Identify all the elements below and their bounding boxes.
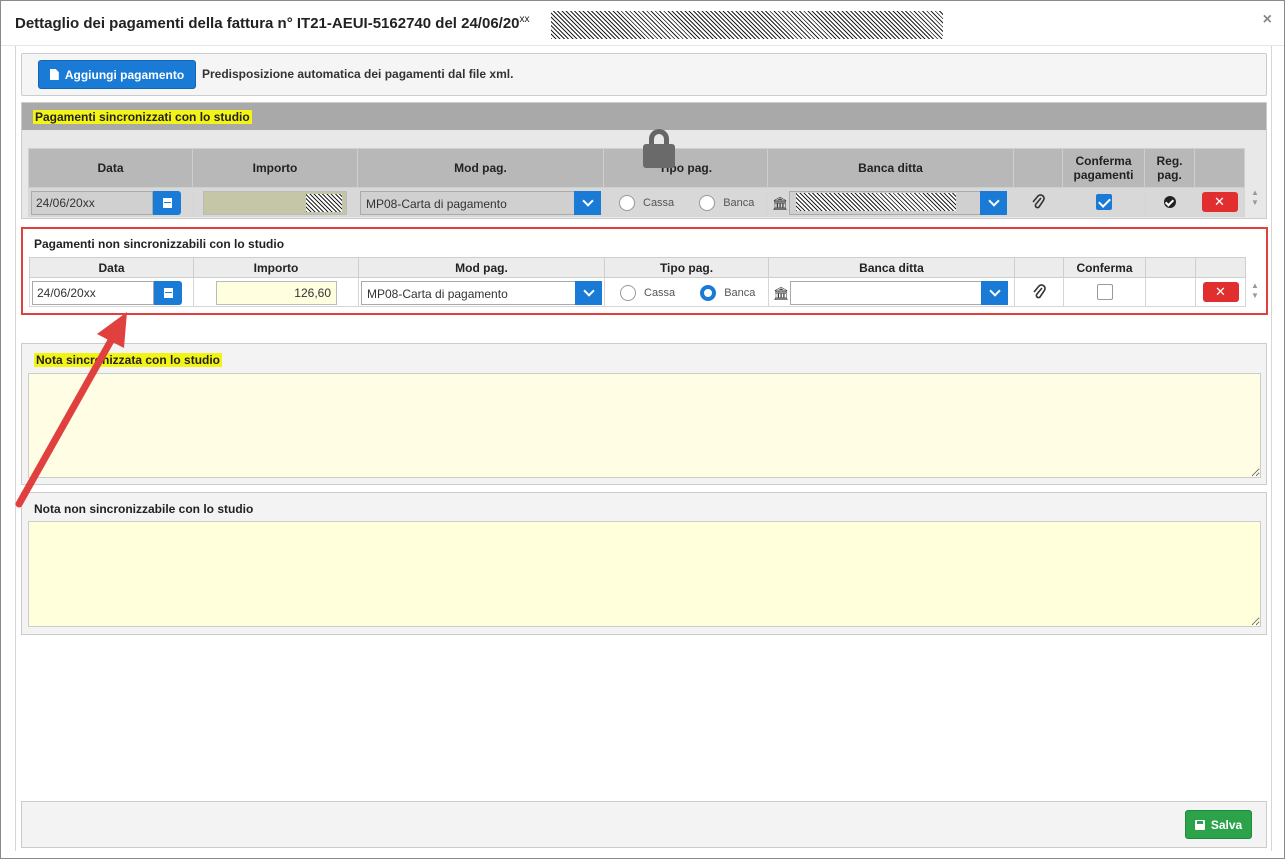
payment-detail-dialog: Dettaglio dei pagamenti della fattura n°… (0, 0, 1285, 859)
table-row: 24/06/20xx MP08-Carta di pagamento Cassa… (28, 187, 1245, 217)
payment-mode-select[interactable]: MP08-Carta di pagamento (360, 191, 578, 215)
not-synced-note-label: Nota non sincronizzabile con lo studio (34, 502, 254, 516)
empty-cell (1145, 277, 1196, 307)
synced-payments-title: Pagamenti sincronizzati con lo studio (33, 110, 252, 124)
check-circle-icon (1163, 196, 1176, 208)
radio-banca[interactable] (699, 195, 716, 211)
file-icon (49, 69, 59, 80)
dialog-header: Dettaglio dei pagamenti della fattura n°… (1, 1, 1284, 46)
col-header-tipo-pag: Tipo pag. (604, 257, 769, 278)
col-header-banca: Banca ditta (768, 257, 1015, 278)
col-header-data: Data (29, 257, 194, 278)
add-payment-button[interactable]: Aggiungi pagamento (38, 60, 196, 89)
not-synced-payments-title: Pagamenti non sincronizzabili con lo stu… (34, 237, 285, 251)
toolbar-description: Predisposizione automatica dei pagamenti… (202, 67, 514, 81)
payment-type-radios: Cassa Banca (619, 195, 754, 211)
row-scroller[interactable]: ▲ ▼ (1248, 281, 1262, 301)
save-icon (1194, 819, 1205, 830)
col-header-attach (1013, 148, 1063, 188)
save-label: Salva (1210, 817, 1243, 832)
lock-icon (643, 129, 675, 169)
not-synced-payments-table: Data Importo Mod pag. Tipo pag. Banca di… (29, 257, 1246, 307)
calendar-button[interactable] (154, 281, 182, 305)
synced-note-panel: Nota sincronizzata con lo studio (21, 343, 1267, 485)
col-header-actions (1195, 257, 1246, 278)
col-header-banca: Banca ditta (767, 148, 1014, 188)
col-header-mod-pag: Mod pag. (358, 257, 605, 278)
calendar-icon (162, 198, 172, 208)
delete-payment-button[interactable]: ✕ (1202, 282, 1239, 302)
not-synced-note-panel: Nota non sincronizzabile con lo studio (21, 492, 1267, 635)
col-header-importo: Importo (192, 148, 358, 188)
add-payment-label: Aggiungi pagamento (64, 67, 185, 82)
bank-icon: 🏛 (773, 286, 790, 301)
confirm-checkbox[interactable] (1095, 194, 1112, 210)
not-synced-note-textarea[interactable] (28, 521, 1261, 627)
chevron-down-icon[interactable] (575, 281, 602, 305)
close-icon[interactable]: × (1263, 11, 1272, 29)
synced-payments-table: Data Importo Mod pag. Tipo pag. Banca di… (28, 148, 1245, 217)
toolbar: Aggiungi pagamento Predisposizione autom… (21, 53, 1267, 96)
chevron-down-icon[interactable] (981, 281, 1008, 305)
confirm-checkbox[interactable] (1096, 284, 1113, 300)
divider (15, 46, 16, 851)
redacted-bank (796, 193, 956, 211)
panel-header: Pagamenti sincronizzati con lo studio (22, 103, 1266, 130)
synced-note-label: Nota sincronizzata con lo studio (34, 353, 223, 367)
paperclip-icon[interactable] (1032, 284, 1046, 300)
bank-select[interactable] (789, 191, 981, 215)
bank-select[interactable] (790, 281, 982, 305)
radio-banca-label: Banca (723, 197, 755, 209)
amount-field[interactable]: 126,60 (216, 281, 337, 305)
delete-payment-button[interactable]: ✕ (1201, 192, 1238, 212)
bank-icon: 🏛 (772, 196, 789, 211)
col-header-reg: Reg. pag. (1144, 148, 1195, 188)
radio-banca-label: Banca (724, 287, 756, 299)
col-header-tipo-pag: Tipo pag. (603, 148, 768, 188)
date-field[interactable]: 24/06/20xx (31, 191, 153, 215)
radio-cassa-label: Cassa (643, 197, 675, 209)
radio-banca[interactable] (700, 285, 717, 301)
paperclip-icon[interactable] (1031, 194, 1045, 210)
dialog-footer: Salva (21, 801, 1267, 848)
col-header-data: Data (28, 148, 193, 188)
chevron-down-icon[interactable] (980, 191, 1007, 215)
table-row: 24/06/20xx 126,60 MP08-Carta di pagament… (29, 277, 1246, 307)
not-synced-payments-panel: Pagamenti non sincronizzabili con lo stu… (21, 227, 1268, 315)
divider (1271, 46, 1272, 851)
chevron-down-icon[interactable] (574, 191, 601, 215)
calendar-button[interactable] (153, 191, 181, 215)
radio-cassa[interactable] (619, 195, 635, 211)
col-header-actions (1194, 148, 1245, 188)
save-button[interactable]: Salva (1185, 810, 1252, 839)
radio-cassa-label: Cassa (644, 287, 676, 299)
dialog-title: Dettaglio dei pagamenti della fattura n°… (15, 14, 530, 32)
amount-field[interactable] (203, 191, 347, 215)
payment-mode-select[interactable]: MP08-Carta di pagamento (361, 281, 579, 305)
synced-note-textarea[interactable] (28, 373, 1261, 478)
radio-cassa[interactable] (620, 285, 636, 301)
col-header-mod-pag: Mod pag. (357, 148, 604, 188)
date-field[interactable]: 24/06/20xx (32, 281, 154, 305)
redacted-supplier-info (551, 11, 943, 39)
redacted-amount (306, 194, 342, 212)
col-header-attach (1014, 257, 1064, 278)
payment-type-radios: Cassa Banca (620, 285, 755, 301)
col-header-importo: Importo (193, 257, 359, 278)
row-scroller[interactable]: ▲ ▼ (1248, 188, 1262, 208)
col-header-reg (1145, 257, 1196, 278)
calendar-icon (163, 288, 173, 298)
col-header-conferma: Conferma (1063, 257, 1146, 278)
col-header-conferma: Conferma pagamenti (1062, 148, 1145, 188)
